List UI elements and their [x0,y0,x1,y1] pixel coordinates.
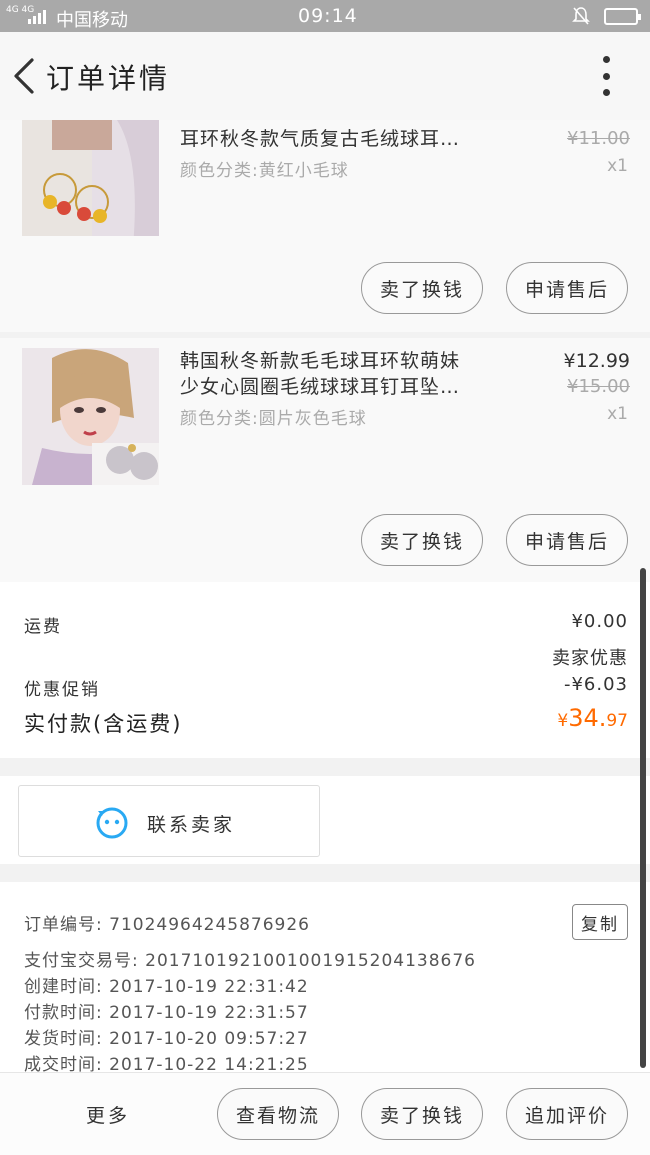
dot-icon [602,56,610,63]
copy-button[interactable]: 复制 [572,904,628,940]
contact-seller-label: 联系卖家 [147,814,236,836]
shipping-value: ¥0.00 [571,611,628,632]
created-time: 创建时间: 2017-10-19 22:31:42 [24,977,309,997]
sell-again-button[interactable]: 卖了换钱 [361,1088,483,1140]
fee-summary: 运费 ¥0.00 卖家优惠 优惠促销 -¥6.03 实付款(含运费) ¥34.9… [0,582,650,758]
product-title-line[interactable]: 耳环秋冬款气质复古毛绒球耳… [180,126,510,152]
total-amount: ¥34.97 [557,704,628,732]
status-bar: 4G 4G 中国移动 09:14 [0,0,650,32]
order-items: 耳环秋冬款气质复古毛绒球耳… 颜色分类:黄红小毛球 ¥11.00 x1 卖了换钱… [0,120,650,582]
order-item[interactable]: 韩国秋冬新款毛毛球耳环软萌妹 少女心圆圈毛绒球球耳钉耳坠… 颜色分类:圆片灰色毛… [0,338,650,582]
current-price: ¥12.99 [563,350,630,372]
seller-discount-label: 卖家优惠 [552,648,628,669]
signal-icon [28,8,46,24]
navigation-bar: 订单详情 [0,32,650,120]
shipped-time: 发货时间: 2017-10-20 09:57:27 [24,1029,309,1049]
product-image[interactable] [22,348,159,485]
after-sale-button[interactable]: 申请售后 [506,262,628,314]
clock: 09:14 [298,5,358,27]
original-price: ¥15.00 [567,376,630,397]
paid-time: 付款时间: 2017-10-19 22:31:57 [24,1003,309,1023]
after-sale-button[interactable]: 申请售后 [506,514,628,566]
battery-icon [604,8,641,25]
dot-icon [602,89,610,96]
contact-section: 联系卖家 [0,776,650,864]
sell-again-button[interactable]: 卖了换钱 [361,514,483,566]
contact-seller-button[interactable]: 联系卖家 [18,785,320,857]
add-review-button[interactable]: 追加评价 [506,1088,628,1140]
mute-bell-icon [572,6,590,31]
scrollbar[interactable] [640,568,646,1068]
more-actions-button[interactable]: 更多 [86,1101,130,1128]
order-info: 订单编号: 71024964245876926 复制 支付宝交易号: 20171… [0,882,650,1075]
order-item[interactable]: 耳环秋冬款气质复古毛绒球耳… 颜色分类:黄红小毛球 ¥11.00 x1 卖了换钱… [0,120,650,332]
carrier-name: 中国移动 [56,10,128,31]
quantity: x1 [607,404,628,424]
product-spec: 颜色分类:黄红小毛球 [180,161,349,181]
alipay-trade-number: 支付宝交易号: 2017101921001001915204138676 [24,951,476,971]
page-title: 订单详情 [46,62,171,95]
original-price: ¥11.00 [567,128,630,149]
back-button[interactable] [8,54,44,98]
product-spec: 颜色分类:圆片灰色毛球 [180,409,367,429]
product-title[interactable]: 韩国秋冬新款毛毛球耳环软萌妹 少女心圆圈毛绒球球耳钉耳坠… [180,348,510,400]
dot-icon [602,72,610,80]
order-number: 订单编号: 71024964245876926 [24,915,311,935]
product-image[interactable] [22,120,159,236]
shipping-label: 运费 [24,617,62,637]
more-options-button[interactable] [594,56,618,96]
sell-again-button[interactable]: 卖了换钱 [361,262,483,314]
chat-face-icon [96,807,128,839]
chevron-left-icon [14,58,34,94]
quantity: x1 [607,156,628,176]
total-label: 实付款(含运费) [24,712,183,736]
promo-label: 优惠促销 [24,680,100,700]
promo-value: -¥6.03 [563,674,628,695]
view-logistics-button[interactable]: 查看物流 [217,1088,339,1140]
bottom-action-bar: 更多 查看物流 卖了换钱 追加评价 [0,1072,650,1155]
